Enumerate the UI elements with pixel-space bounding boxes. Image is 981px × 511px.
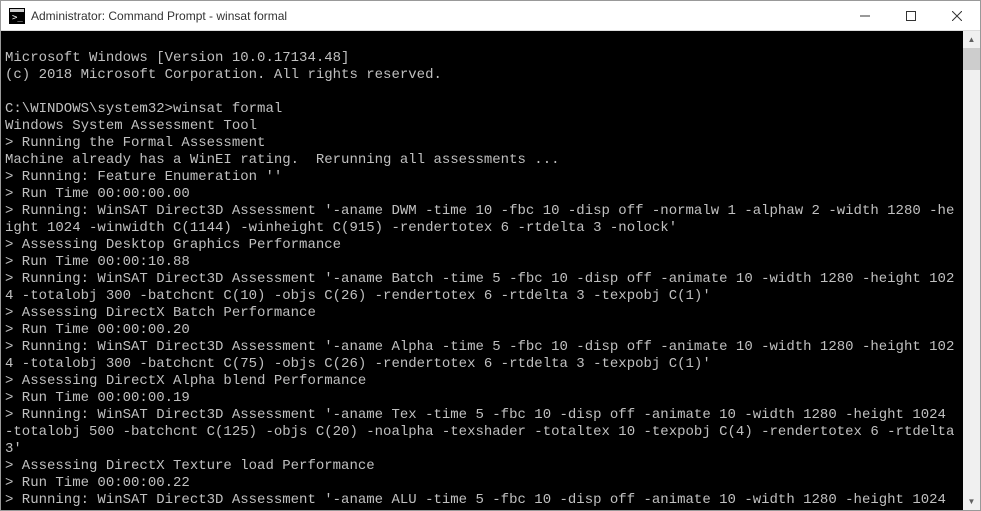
console-line: > Assessing DirectX Batch Performance [5,305,316,321]
console-line: Microsoft Windows [Version 10.0.17134.48… [5,50,349,66]
console-line: > Assessing DirectX Texture load Perform… [5,458,375,474]
window-controls [842,1,980,30]
console-line: > Run Time 00:00:00.19 [5,390,190,406]
console-line: > Running: Feature Enumeration '' [5,169,282,185]
console-area: Microsoft Windows [Version 10.0.17134.48… [1,31,980,510]
console-output[interactable]: Microsoft Windows [Version 10.0.17134.48… [1,31,963,510]
console-line: > Run Time 00:00:00.22 [5,475,190,491]
prompt-line: C:\WINDOWS\system32>winsat formal [5,101,282,117]
maximize-button[interactable] [888,1,934,30]
console-line: > Run Time 00:00:00.00 [5,186,190,202]
minimize-button[interactable] [842,1,888,30]
cmd-icon: >_ [9,8,25,24]
console-line: > Running: WinSAT Direct3D Assessment '-… [5,339,954,372]
vertical-scrollbar[interactable]: ▲ ▼ [963,31,980,510]
scroll-down-arrow-icon[interactable]: ▼ [963,493,980,510]
console-line: > Run Time 00:00:00.20 [5,322,190,338]
console-line: Machine already has a WinEI rating. Reru… [5,152,560,168]
console-line: > Running: WinSAT Direct3D Assessment '-… [5,492,963,510]
console-line: > Run Time 00:00:10.88 [5,254,190,270]
console-line: Windows System Assessment Tool [5,118,257,134]
titlebar[interactable]: >_ Administrator: Command Prompt - winsa… [1,1,980,31]
prompt-command: winsat formal [173,101,282,117]
console-line: > Running: WinSAT Direct3D Assessment '-… [5,203,954,236]
console-line: > Assessing Desktop Graphics Performance [5,237,341,253]
window-title: Administrator: Command Prompt - winsat f… [31,9,842,23]
scroll-up-arrow-icon[interactable]: ▲ [963,31,980,48]
console-line: > Assessing DirectX Alpha blend Performa… [5,373,366,389]
svg-text:>_: >_ [12,13,23,23]
scrollbar-thumb[interactable] [963,48,980,70]
console-line: (c) 2018 Microsoft Corporation. All righ… [5,67,442,83]
console-line: > Running: WinSAT Direct3D Assessment '-… [5,407,963,457]
close-button[interactable] [934,1,980,30]
console-line: > Running: WinSAT Direct3D Assessment '-… [5,271,954,304]
prompt-path: C:\WINDOWS\system32> [5,101,173,117]
console-line: > Running the Formal Assessment [5,135,265,151]
command-prompt-window: >_ Administrator: Command Prompt - winsa… [0,0,981,511]
